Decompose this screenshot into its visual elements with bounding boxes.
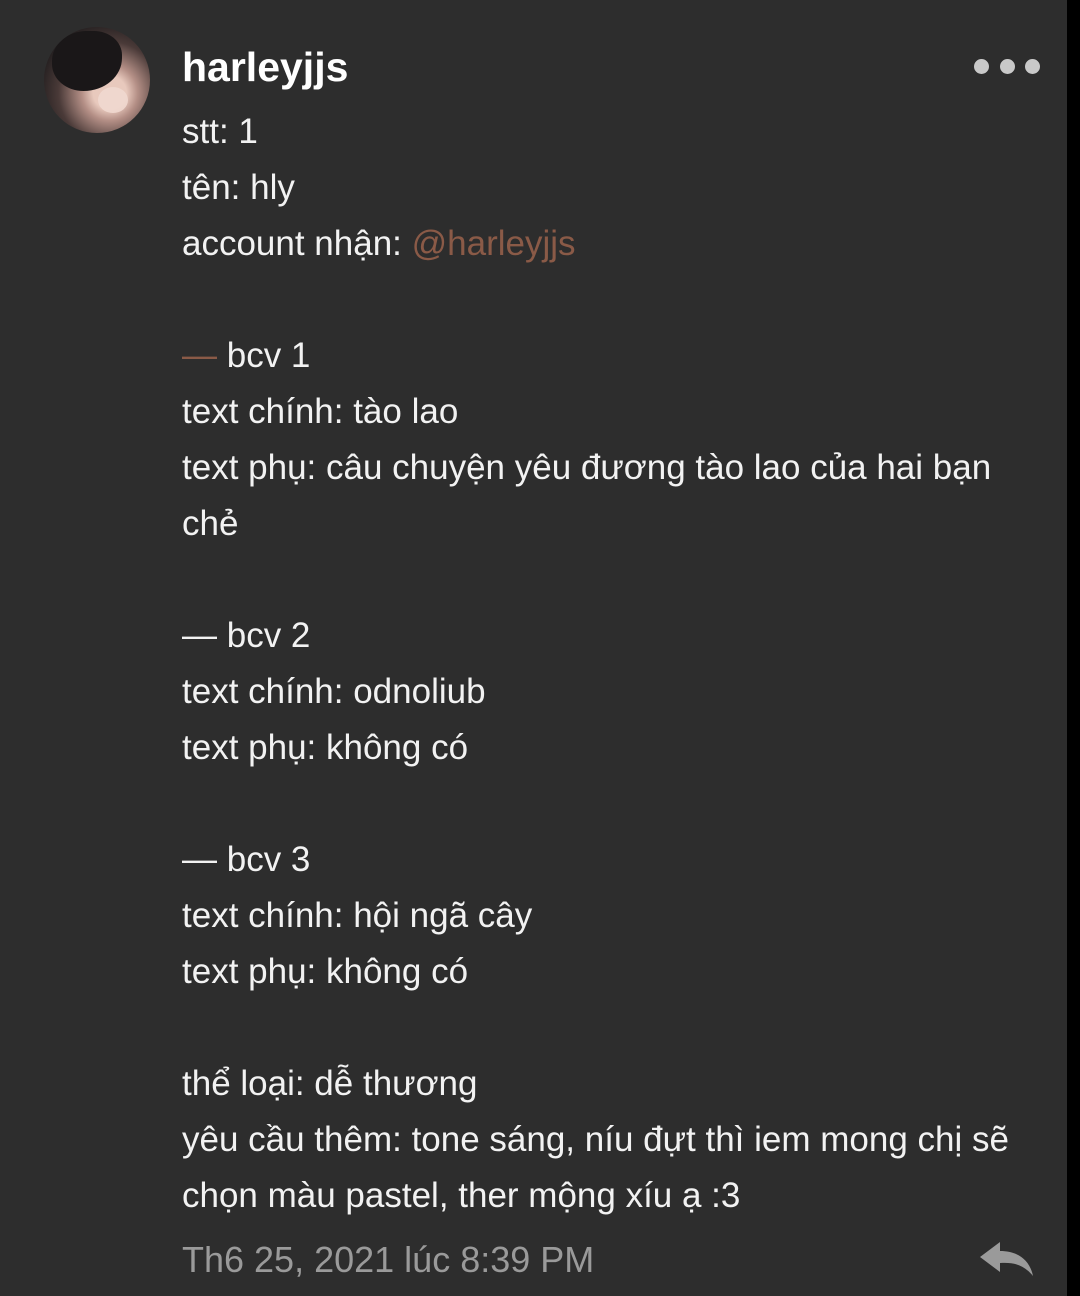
comment-body: stt: 1 tên: hly account nhận: @harleyjjs… xyxy=(182,104,1052,1224)
reply-button[interactable] xyxy=(978,1240,1036,1278)
body-line-bcv3-main: text chính: hội ngã cây xyxy=(182,896,533,935)
avatar-hair xyxy=(52,31,122,91)
mention-link[interactable]: @harleyjjs xyxy=(412,224,576,263)
timestamp: Th6 25, 2021 lúc 8:39 PM xyxy=(182,1239,595,1280)
comment-card: harleyjjs stt: 1 tên: hly account nhận: … xyxy=(0,0,1067,1296)
body-line-ten: tên: hly xyxy=(182,168,295,207)
body-line-bcv3-sub: text phụ: không có xyxy=(182,952,469,991)
body-line-account: account nhận: @harleyjjs xyxy=(182,216,1052,272)
body-line-bcv3-title: — bcv 3 xyxy=(182,840,311,879)
body-line-yeu-cau-cont: chọn màu pastel, ther mộng xíu ạ :3 xyxy=(182,1176,741,1215)
avatar-face xyxy=(98,87,128,113)
accent-dash: — xyxy=(182,336,217,375)
body-line-bcv1-main: text chính: tào lao xyxy=(182,392,459,431)
body-line-bcv1-title: — bcv 1 xyxy=(182,328,1052,384)
username[interactable]: harleyjjs xyxy=(182,42,348,92)
body-line-yeu-cau: yêu cầu thêm: tone sáng, níu đựt thì iem… xyxy=(182,1120,1009,1159)
body-line-bcv2-sub: text phụ: không có xyxy=(182,728,469,767)
body-line-bcv2-title: — bcv 2 xyxy=(182,616,311,655)
more-horizontal-icon xyxy=(974,58,989,74)
bcv1-title: bcv 1 xyxy=(217,336,311,375)
avatar[interactable] xyxy=(44,27,150,133)
body-line-the-loai: thể loại: dễ thương xyxy=(182,1064,478,1103)
more-options-button[interactable] xyxy=(974,52,1040,80)
more-horizontal-icon xyxy=(1025,58,1040,74)
body-line-bcv1-sub: text phụ: câu chuyện yêu đương tào lao c… xyxy=(182,448,992,487)
body-line-bcv1-sub-cont: chẻ xyxy=(182,504,239,543)
body-line-bcv2-main: text chính: odnoliub xyxy=(182,672,486,711)
account-label: account nhận: xyxy=(182,224,412,263)
more-horizontal-icon xyxy=(999,58,1015,74)
reply-arrow-icon xyxy=(980,1242,1033,1276)
body-line-stt: stt: 1 xyxy=(182,112,258,151)
